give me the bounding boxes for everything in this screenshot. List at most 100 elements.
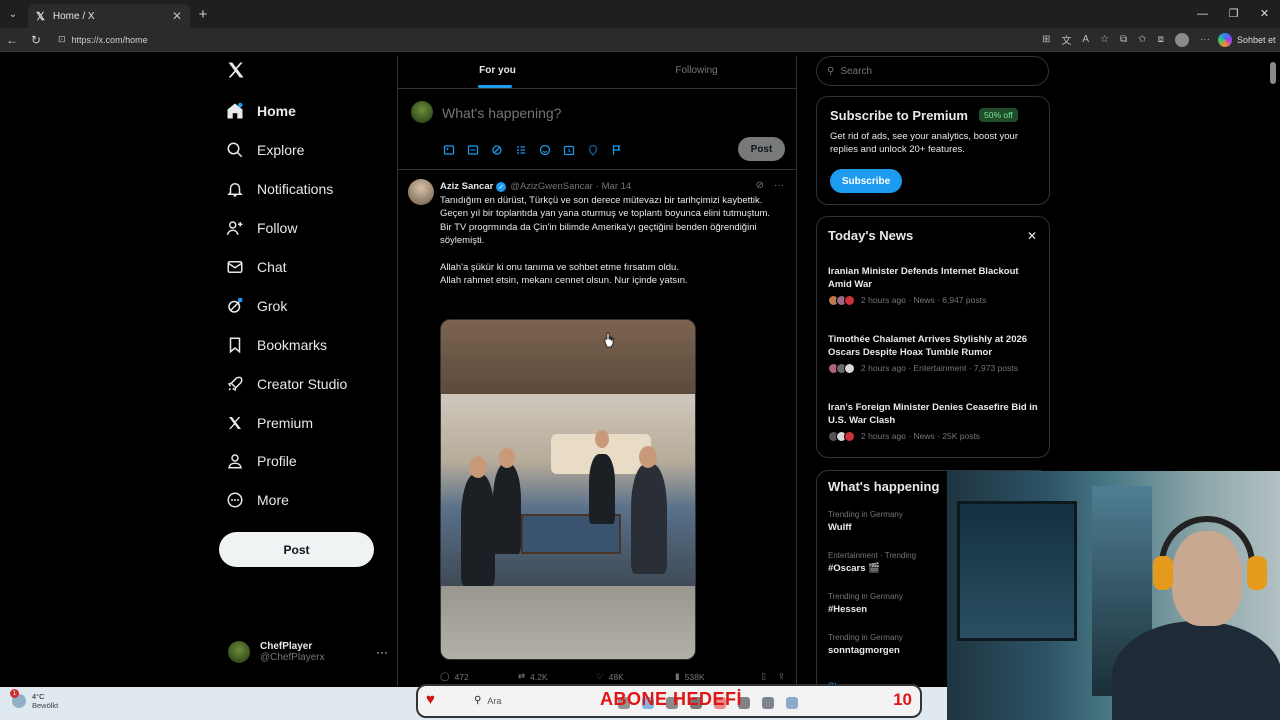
- reload-button[interactable]: ↻: [24, 33, 48, 47]
- trend-item[interactable]: Trending in Germany sonntagmorgen: [828, 633, 903, 656]
- settings-more-icon[interactable]: ···: [1200, 34, 1210, 45]
- trend-context: Trending in Germany: [828, 510, 903, 519]
- nav-premium[interactable]: Premium: [226, 408, 313, 438]
- browser-tab[interactable]: 𝕏 Home / X ✕: [28, 4, 190, 28]
- like-button[interactable]: ♡ 48K: [596, 671, 675, 682]
- webcam-overlay: [947, 471, 1280, 720]
- tweet-date[interactable]: · Mar 14: [596, 181, 631, 192]
- avatar-stack: [828, 362, 855, 374]
- tweet-media-image[interactable]: [440, 319, 696, 660]
- x-logo-icon: 𝕏: [36, 10, 45, 23]
- window-controls: — ❐ ✕: [1187, 0, 1280, 28]
- tweet-top-icons: ⊘ ···: [756, 180, 784, 191]
- page-scrollbar[interactable]: [1270, 62, 1276, 84]
- nav-home-label: Home: [257, 103, 296, 119]
- favorite-star-icon[interactable]: ☆: [1100, 34, 1109, 45]
- back-button[interactable]: ←: [0, 33, 24, 47]
- more-horizontal-icon[interactable]: ···: [376, 645, 388, 659]
- minimize-button[interactable]: —: [1187, 0, 1218, 28]
- compose-post-button[interactable]: Post: [738, 137, 785, 161]
- close-window-button[interactable]: ✕: [1249, 0, 1280, 28]
- maximize-button[interactable]: ❐: [1218, 0, 1249, 28]
- tab-for-you[interactable]: For you: [398, 56, 597, 88]
- grok-icon[interactable]: [490, 143, 503, 156]
- new-tab-button[interactable]: +: [190, 6, 216, 23]
- rocket-icon: [226, 375, 244, 393]
- gif-icon[interactable]: [466, 143, 479, 156]
- trend-item[interactable]: Entertainment · Trending #Oscars 🎬: [828, 551, 916, 574]
- news-item[interactable]: Timothée Chalamet Arrives Stylishly at 2…: [828, 333, 1043, 374]
- steam-icon[interactable]: [762, 697, 774, 709]
- bookmark-icon[interactable]: ▯: [761, 671, 766, 682]
- nav-follow[interactable]: Follow: [226, 213, 297, 243]
- tweet-author-name[interactable]: Aziz Sancar: [440, 181, 493, 192]
- nav-explore[interactable]: Explore: [226, 135, 304, 165]
- browser-profile-avatar[interactable]: [1174, 32, 1189, 47]
- extensions-icon[interactable]: ⧉: [1120, 34, 1127, 45]
- bell-icon: [226, 180, 244, 198]
- news-item[interactable]: Iran's Foreign Minister Denies Ceasefire…: [828, 401, 1043, 442]
- grok-icon[interactable]: ⊘: [756, 180, 764, 191]
- nav-notifications[interactable]: Notifications: [226, 174, 333, 204]
- verified-badge-icon: ✓: [496, 181, 507, 192]
- taskbar-search[interactable]: ⚲ Ara: [474, 695, 501, 706]
- news-item[interactable]: Iranian Minister Defends Internet Blacko…: [828, 265, 1043, 306]
- weather-widget[interactable]: 1 4°C Bewölkt: [10, 689, 59, 710]
- grok-icon: [226, 297, 244, 315]
- repost-button[interactable]: ⇄ 4.2K: [518, 671, 596, 682]
- post-button[interactable]: Post: [219, 532, 374, 567]
- copilot-button[interactable]: Sohbet et: [1217, 32, 1275, 47]
- bookmark-icon: [226, 336, 244, 354]
- search-box[interactable]: ⚲: [816, 56, 1049, 86]
- tweet-author-handle[interactable]: @AzizGwenSancar: [510, 181, 593, 192]
- location-icon[interactable]: [586, 143, 599, 156]
- share-icon[interactable]: ⇪: [778, 671, 785, 682]
- close-tab-icon[interactable]: ✕: [172, 9, 182, 23]
- x-home-logo-icon[interactable]: [226, 60, 246, 86]
- tab-title: Home / X: [52, 10, 95, 22]
- collections-icon[interactable]: ⧈: [1158, 34, 1164, 45]
- emoji-icon[interactable]: [538, 143, 551, 156]
- nav-chat[interactable]: Chat: [226, 252, 287, 282]
- favorites-icon[interactable]: ✩: [1138, 34, 1146, 45]
- tab-following[interactable]: Following: [597, 56, 796, 88]
- site-info-icon[interactable]: ⊡: [58, 34, 66, 45]
- weather-desc: Bewölkt: [32, 701, 59, 710]
- app-icon[interactable]: ⊞: [1042, 34, 1050, 45]
- avatar[interactable]: [408, 179, 434, 205]
- nav-profile[interactable]: Profile: [226, 446, 297, 476]
- account-switcher[interactable]: ChefPlayer @ChefPlayerx ···: [228, 641, 388, 663]
- poll-icon[interactable]: [514, 143, 527, 156]
- nav-creator-studio[interactable]: Creator Studio: [226, 369, 347, 399]
- tweet-line: Allah rahmet etsin, mekanı cennet olsun.…: [440, 275, 688, 287]
- subscribe-button[interactable]: Subscribe: [830, 169, 902, 193]
- read-aloud-icon[interactable]: A: [1082, 34, 1089, 45]
- flag-icon[interactable]: [610, 143, 623, 156]
- views-button[interactable]: ▮ 538K: [675, 671, 745, 682]
- trend-item[interactable]: Trending in Germany Wulff: [828, 510, 903, 533]
- translate-icon[interactable]: 文: [1061, 32, 1071, 47]
- schedule-icon[interactable]: [562, 143, 575, 156]
- cloud-icon: 1: [10, 689, 26, 708]
- url-field[interactable]: ⊡ https://x.com/home: [52, 30, 1032, 49]
- nav-grok[interactable]: Grok: [226, 291, 287, 321]
- main-feed: For you Following What's happening? Post…: [397, 56, 797, 686]
- tab-list-button[interactable]: ⌄: [0, 0, 26, 28]
- media-icon[interactable]: [442, 143, 455, 156]
- weather-temp: 4°C: [32, 692, 45, 701]
- reply-button[interactable]: ◯ 472: [440, 671, 518, 682]
- nav-more[interactable]: More: [226, 485, 289, 515]
- compose-input[interactable]: What's happening?: [442, 105, 561, 121]
- left-navigation: Home Explore Notifications Follow Chat G…: [218, 56, 396, 686]
- discount-badge: 50% off: [979, 108, 1018, 122]
- trend-item[interactable]: Trending in Germany #Hessen: [828, 592, 903, 615]
- more-horizontal-icon[interactable]: ···: [774, 180, 784, 191]
- search-input[interactable]: [840, 65, 1021, 77]
- news-title: Today's News: [828, 228, 914, 243]
- nav-bookmarks[interactable]: Bookmarks: [226, 330, 327, 360]
- news-headline: Iran's Foreign Minister Denies Ceasefire…: [828, 402, 1038, 427]
- app-icon[interactable]: [786, 697, 798, 709]
- nav-chat-label: Chat: [257, 259, 287, 275]
- close-icon[interactable]: ✕: [1027, 229, 1037, 243]
- nav-home[interactable]: Home: [226, 96, 296, 126]
